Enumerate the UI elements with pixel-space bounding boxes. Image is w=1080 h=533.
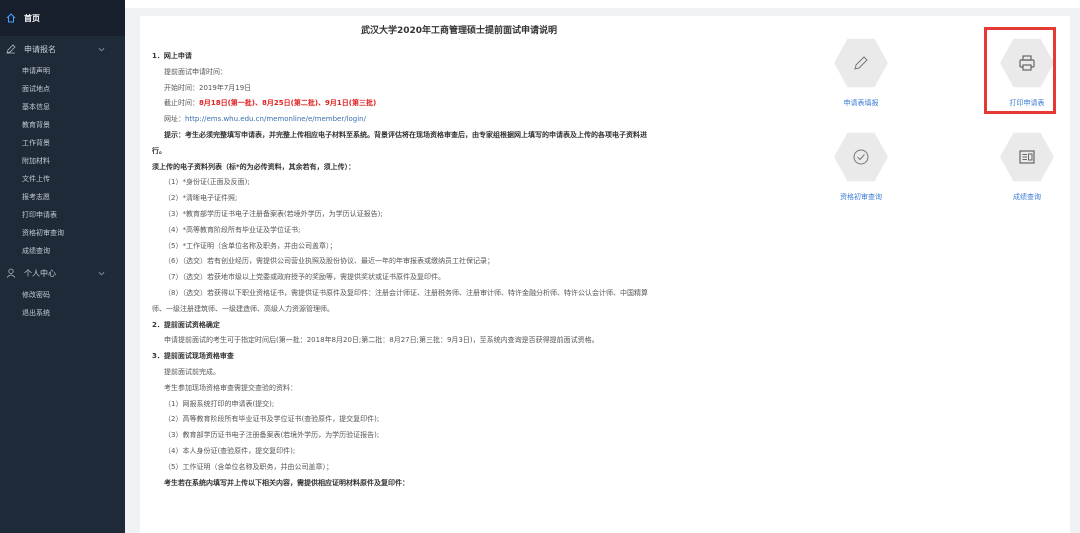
list-item: （5）工作证明（含单位名称及职务，并由公司盖章）； xyxy=(164,462,333,471)
website-link[interactable]: http://ems.whu.edu.cn/memonline/e/member… xyxy=(185,115,366,123)
sidebar-item-personal-0[interactable]: 修改密码 xyxy=(0,286,125,304)
list-item: （4）*高等教育阶段所有毕业证及学位证书; xyxy=(164,225,301,234)
deadline-label: 截止时间： xyxy=(164,99,199,108)
prelim-check-label: 资格初审查询 xyxy=(840,193,882,201)
list-item: （7）（选交）若获地市级以上党委或政府授予的奖励等，需提供奖状或证书原件及复印件… xyxy=(164,273,445,282)
score-query-hex xyxy=(1000,132,1054,182)
doc-line: 提前面试申请时间： xyxy=(164,67,227,76)
notice-line: 提示：考生必须完整填写申请表，并完整上传相应电子材料至系统。背景评估将在现场资格… xyxy=(164,130,647,139)
sidebar-section-apply-label: 申请报名 xyxy=(24,44,56,54)
list-item: （3）*教育部学历证书电子注册备案表(若境外学历，为学历认证报告); xyxy=(164,209,383,218)
list-item: （6）（选交）若有创业经历，需提供公司营业执照及股份协议、最近一年的年审报表或缴… xyxy=(164,257,494,266)
doc-line: 考生参加现场资格审查需提交查验的资料： xyxy=(164,383,297,392)
website-line: 网址：http://ems.whu.edu.cn/memonline/e/mem… xyxy=(144,112,774,128)
deadline-line: 截止时间：8月18日(第一批)、8月25日(第二批)、9月1日(第三批) xyxy=(144,96,774,112)
sidebar-item-7[interactable]: 报考志愿 xyxy=(0,188,125,206)
doc-line: 考生若在系统内填写并上传以下相关内容，需提供相应证明材料原件及复印件： xyxy=(164,478,409,487)
section-heading: 1．网上申请 xyxy=(152,52,192,60)
list-item: （3）教育部学历证书电子注册备案表(若境外学历，为学历验证报告); xyxy=(164,431,380,440)
chevron-down-icon xyxy=(98,47,105,51)
list-item: 师、一级注册建筑师、一级建造师、高级人力资源管理师。 xyxy=(152,304,334,313)
list-item: （8）（选交）若获得以下职业资格证书，需提供证书原件及复印件：注册会计师证、注册… xyxy=(164,288,648,297)
notice-line-cont: 行。 xyxy=(152,146,166,155)
list-item: （2）高等教育阶段所有毕业证书及学位证书(查验原件，提交复印件); xyxy=(164,415,380,424)
sidebar-item-9[interactable]: 资格初审查询 xyxy=(0,224,125,242)
prelim-check-hex xyxy=(834,132,888,182)
home-label: 首页 xyxy=(24,13,40,23)
sidebar-item-8[interactable]: 打印申请表 xyxy=(0,206,125,224)
list-item: （5）*工作证明（含单位名称及职务，并由公司盖章）； xyxy=(164,241,337,250)
list-item: （1）*身份证(正面及反面); xyxy=(164,178,250,187)
score-query-card[interactable]: 成绩查询 xyxy=(992,130,1062,202)
sidebar-item-4[interactable]: 工作背景 xyxy=(0,134,125,152)
sidebar-item-personal-1[interactable]: 退出系统 xyxy=(0,304,125,322)
page-title: 武汉大学2020年工商管理硕士提前面试申请说明 xyxy=(360,26,558,36)
sidebar-section-apply[interactable]: 申请报名 xyxy=(0,36,125,62)
section-heading: 2．提前面试资格确定 xyxy=(152,320,220,329)
score-query-label: 成绩查询 xyxy=(1013,193,1041,201)
doc-line: 提前面试前完成。 xyxy=(164,367,220,376)
highlight-box xyxy=(984,27,1056,114)
website-label: 网址： xyxy=(164,115,185,124)
check-circle-icon xyxy=(853,149,869,165)
list-item: （1）网报系统打印的申请表(提交); xyxy=(164,399,275,408)
pencil-icon xyxy=(6,44,16,54)
sidebar-item-3[interactable]: 教育背景 xyxy=(0,116,125,134)
top-bar xyxy=(125,0,1080,8)
section-heading: 3．提前面试现场资格审查 xyxy=(152,352,234,361)
apply-form-hex xyxy=(834,38,888,88)
sidebar-item-10[interactable]: 成绩查询 xyxy=(0,242,125,260)
prelim-check-card[interactable]: 资格初审查询 xyxy=(826,130,896,202)
sidebar-item-1[interactable]: 面试地点 xyxy=(0,80,125,98)
pencil-icon xyxy=(854,56,868,70)
apply-form-label: 申请表填报 xyxy=(843,99,879,107)
user-icon xyxy=(6,268,16,278)
instructions-document: 武汉大学2020年工商管理硕士提前面试申请说明 1．网上申请 提前面试申请时间：… xyxy=(144,16,774,491)
doc-line: 申请提前面试的考生可于指定时间后(第一批：2018年8月20日;第二批：8月27… xyxy=(164,336,599,345)
report-icon xyxy=(1019,150,1035,164)
doc-line: 开始时间：2019年7月19日 xyxy=(164,83,252,92)
apply-form-card[interactable]: 申请表填报 xyxy=(826,36,896,108)
chevron-down-icon xyxy=(98,271,105,275)
sidebar-item-5[interactable]: 附加材料 xyxy=(0,152,125,170)
list-item: （4）本人身份证(查验原件，提交复印件); xyxy=(164,446,296,455)
home-icon xyxy=(6,13,16,23)
sidebar-section-personal[interactable]: 个人中心 xyxy=(0,260,125,286)
sidebar-section-personal-label: 个人中心 xyxy=(24,268,56,278)
list-item: （2）*清晰电子证件照; xyxy=(164,194,238,203)
sidebar-item-2[interactable]: 基本信息 xyxy=(0,98,125,116)
deadline-dates: 8月18日(第一批)、8月25日(第二批)、9月1日(第三批) xyxy=(199,99,377,108)
sidebar-item-6[interactable]: 文件上传 xyxy=(0,170,125,188)
sidebar: 首页 申请报名 申请声明 面试地点 基本信息 教育背景 工作背景 附加材料 文件上传 报考志愿… xyxy=(0,0,125,533)
main-content: 武汉大学2020年工商管理硕士提前面试申请说明 1．网上申请 提前面试申请时间：… xyxy=(140,16,1070,533)
sidebar-home[interactable]: 首页 xyxy=(0,0,125,36)
sidebar-item-0[interactable]: 申请声明 xyxy=(0,62,125,80)
upload-list-heading: 须上传的电子资料列表（标*的为必传资料，其余若有，须上传）： xyxy=(152,162,356,171)
